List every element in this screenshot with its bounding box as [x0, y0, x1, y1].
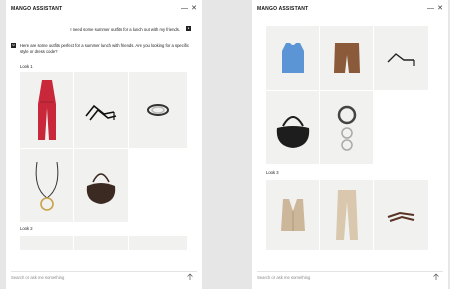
product-earrings-tile[interactable] [320, 91, 373, 164]
chat-panel-left: MANGO ASSISTANT — ✕ I need some summer o… [6, 0, 202, 289]
beige-waistcoat-image [280, 199, 305, 231]
product-trousers-tile[interactable] [320, 180, 373, 250]
sandals-image [387, 53, 415, 66]
assistant-avatar: M [11, 43, 16, 48]
product-jumpsuit-tile[interactable] [20, 72, 73, 148]
bag-image [86, 172, 116, 204]
look-1-label: Look 1 [20, 64, 33, 69]
app-title: MANGO ASSISTANT [257, 6, 309, 12]
search-bar [257, 271, 443, 281]
chat-panel-right: MANGO ASSISTANT — ✕ Look 3 [252, 0, 448, 289]
product-tile-partial[interactable] [20, 236, 73, 250]
product-waistcoat-tile[interactable] [266, 180, 319, 250]
product-shorts-tile[interactable] [320, 26, 373, 90]
product-tile-partial[interactable] [74, 236, 128, 250]
necklace-image [35, 161, 58, 211]
blue-vest-image [281, 43, 304, 73]
search-input[interactable] [257, 275, 417, 280]
look-3-label: Look 3 [266, 170, 279, 175]
hoop-earrings-image [337, 105, 356, 151]
sandals-image [85, 104, 117, 121]
search-bar [11, 271, 197, 281]
look-2-label: Look 2 [20, 226, 33, 231]
arrow-up-icon[interactable] [186, 273, 194, 281]
app-title: MANGO ASSISTANT [11, 6, 63, 12]
user-message: I need some summer outfits for a lunch o… [70, 27, 180, 32]
product-bag-tile[interactable] [266, 91, 319, 164]
product-sandals-tile[interactable] [74, 72, 128, 148]
arrow-up-icon[interactable] [432, 273, 440, 281]
brown-sandals-image [387, 211, 415, 222]
product-tile-partial[interactable] [129, 236, 187, 250]
user-avatar: ● [186, 26, 191, 31]
product-bag-tile[interactable] [74, 149, 128, 222]
black-bag-image [276, 115, 309, 148]
assistant-message: Here are some outfits perfect for a summ… [20, 43, 189, 54]
beige-trousers-image [335, 190, 358, 240]
bracelet-image [147, 104, 169, 116]
minimize-icon[interactable]: — [181, 5, 188, 12]
jumpsuit-image [37, 80, 56, 140]
close-icon[interactable]: ✕ [437, 5, 443, 12]
product-sandals-tile[interactable] [374, 26, 428, 90]
product-flat-sandals-tile[interactable] [374, 180, 428, 250]
product-necklace-tile[interactable] [20, 149, 73, 222]
close-icon[interactable]: ✕ [191, 5, 197, 12]
minimize-icon[interactable]: — [427, 5, 434, 12]
brown-shorts-image [333, 43, 360, 73]
search-input[interactable] [11, 275, 171, 280]
product-vest-tile[interactable] [266, 26, 319, 90]
product-bracelet-tile[interactable] [129, 72, 187, 148]
